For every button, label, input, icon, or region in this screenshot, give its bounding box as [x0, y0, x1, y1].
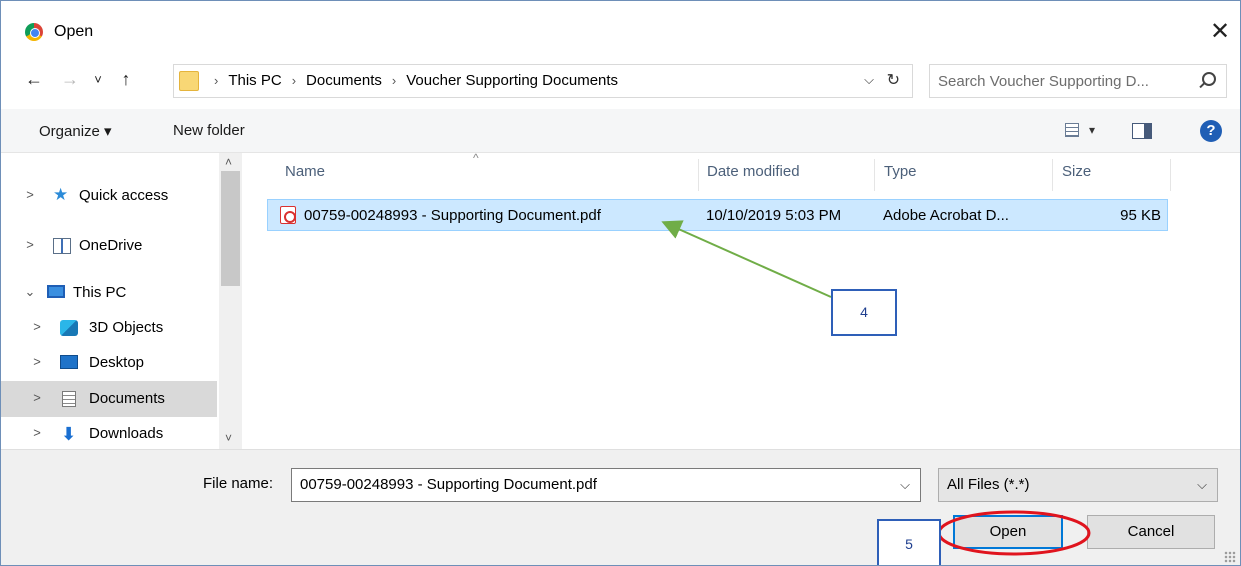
nav-item-label: Quick access — [79, 187, 169, 204]
nav-item-downloads[interactable]: > ⬇ Downloads — [1, 416, 217, 452]
star-icon: ★ — [53, 185, 69, 204]
up-button[interactable]: ↑ — [115, 69, 137, 90]
file-type-filter-value: All Files (*.*) — [947, 476, 1030, 493]
file-name-value: 00759-00248993 - Supporting Document.pdf — [300, 476, 597, 493]
expand-chevron-icon[interactable]: > — [31, 390, 43, 405]
view-options-chevron-icon[interactable]: ▾ — [1089, 123, 1095, 137]
nav-item-quick-access[interactable]: > ★ Quick access — [1, 178, 217, 214]
breadcrumb-separator: › — [214, 73, 219, 88]
file-row[interactable]: 00759-00248993 - Supporting Document.pdf… — [267, 199, 1168, 231]
open-file-dialog: Open ✕ ← → ˅ ↑ › This PC › Documents › V… — [0, 0, 1241, 566]
file-date-cell: 10/10/2019 5:03 PM — [706, 207, 842, 224]
forward-button[interactable]: → — [59, 69, 81, 90]
file-type-filter-select[interactable]: All Files (*.*) ⌵ — [938, 468, 1218, 502]
file-name-cell: 00759-00248993 - Supporting Document.pdf — [304, 207, 601, 224]
nav-item-label: 3D Objects — [89, 319, 164, 336]
scrollbar-thumb[interactable] — [221, 171, 240, 286]
annotation-callout-step-4: 4 — [831, 289, 897, 336]
nav-item-label: Desktop — [89, 354, 145, 371]
column-divider[interactable] — [698, 159, 699, 191]
column-header-date-modified[interactable]: Date modified — [707, 163, 800, 180]
documents-icon — [62, 391, 76, 407]
pdf-file-icon — [280, 206, 296, 224]
onedrive-icon — [53, 238, 71, 254]
navigation-pane: > ★ Quick access > OneDrive ⌄ This PC > … — [1, 153, 242, 449]
close-button[interactable]: ✕ — [1200, 15, 1240, 49]
scroll-up-icon[interactable]: ˄ — [225, 155, 232, 169]
expand-chevron-icon[interactable]: > — [24, 237, 36, 252]
expand-chevron-icon[interactable]: > — [24, 187, 36, 202]
annotation-callout-step-5: 5 — [877, 519, 941, 565]
nav-pane-scrollbar[interactable]: ˄ ˅ — [219, 153, 242, 449]
file-type-cell: Adobe Acrobat D... — [883, 207, 1009, 224]
back-button[interactable]: ← — [23, 69, 45, 90]
scroll-down-icon[interactable]: ˅ — [225, 431, 232, 445]
breadcrumb-voucher-supporting-documents[interactable]: Voucher Supporting Documents — [406, 72, 618, 89]
new-folder-button[interactable]: New folder — [173, 122, 245, 139]
breadcrumb: › This PC › Documents › Voucher Supporti… — [204, 72, 618, 89]
column-header-size[interactable]: Size — [1062, 163, 1091, 180]
3d-objects-icon — [60, 320, 78, 336]
resize-grip-icon[interactable] — [1224, 551, 1236, 563]
nav-item-onedrive[interactable]: > OneDrive — [1, 228, 217, 264]
search-icon[interactable] — [1202, 72, 1216, 86]
nav-item-label: Downloads — [89, 425, 164, 442]
nav-item-label: Documents — [89, 390, 165, 407]
nav-item-documents[interactable]: > Documents — [1, 381, 217, 417]
search-placeholder: Search Voucher Supporting D... — [938, 73, 1149, 90]
title-bar: Open ✕ — [1, 1, 1240, 53]
desktop-icon — [60, 355, 78, 369]
file-name-input[interactable]: 00759-00248993 - Supporting Document.pdf… — [291, 468, 921, 502]
nav-item-label: This PC — [73, 284, 127, 301]
this-pc-icon — [47, 285, 65, 298]
expand-chevron-icon[interactable]: > — [31, 319, 43, 334]
collapse-chevron-icon[interactable]: ⌄ — [24, 284, 36, 300]
address-history-chevron-icon[interactable]: ⌵ — [864, 72, 874, 88]
preview-pane-icon[interactable] — [1132, 123, 1152, 139]
file-name-history-chevron-icon[interactable]: ⌵ — [900, 477, 910, 493]
downloads-icon: ⬇ — [61, 424, 77, 444]
file-name-label: File name: — [203, 475, 274, 492]
nav-item-3d-objects[interactable]: > 3D Objects — [1, 310, 217, 346]
address-row: ← → ˅ ↑ › This PC › Documents › Voucher … — [1, 61, 1240, 101]
breadcrumb-separator[interactable]: › — [392, 73, 396, 88]
chrome-icon — [25, 23, 43, 41]
column-divider[interactable] — [1052, 159, 1053, 191]
organize-button[interactable]: Organize ▾ — [39, 122, 112, 140]
column-header-type[interactable]: Type — [884, 163, 917, 180]
address-bar[interactable]: › This PC › Documents › Voucher Supporti… — [173, 64, 913, 98]
refresh-icon[interactable]: ↻ — [887, 70, 900, 90]
expand-chevron-icon[interactable]: > — [31, 425, 43, 440]
command-toolbar: Organize ▾ New folder ▾ ? — [1, 109, 1240, 153]
file-size-cell: 95 KB — [1120, 207, 1161, 224]
column-divider[interactable] — [1170, 159, 1171, 191]
breadcrumb-this-pc[interactable]: This PC — [228, 72, 281, 89]
nav-item-desktop[interactable]: > Desktop — [1, 345, 217, 381]
expand-chevron-icon[interactable]: > — [31, 354, 43, 369]
file-list: Name ^ Date modified Type Size 00759-002… — [242, 151, 1240, 449]
file-name-area: File name: 00759-00248993 - Supporting D… — [1, 449, 1240, 565]
help-icon[interactable]: ? — [1200, 120, 1222, 142]
search-input[interactable]: Search Voucher Supporting D... — [929, 64, 1227, 98]
column-divider[interactable] — [874, 159, 875, 191]
nav-item-label: OneDrive — [79, 237, 143, 254]
breadcrumb-separator[interactable]: › — [292, 73, 296, 88]
column-header-name[interactable]: Name — [285, 163, 325, 180]
folder-icon — [179, 71, 199, 91]
open-button[interactable]: Open — [953, 515, 1063, 549]
sort-ascending-icon: ^ — [473, 151, 479, 165]
cancel-button[interactable]: Cancel — [1087, 515, 1215, 549]
change-view-icon[interactable] — [1065, 123, 1079, 137]
column-header-label: Name — [285, 163, 326, 180]
recent-locations-button[interactable]: ˅ — [87, 72, 109, 87]
filter-chevron-icon[interactable]: ⌵ — [1197, 477, 1207, 493]
nav-item-this-pc[interactable]: ⌄ This PC — [1, 275, 217, 311]
breadcrumb-documents[interactable]: Documents — [306, 72, 382, 89]
window-title: Open — [54, 23, 94, 40]
